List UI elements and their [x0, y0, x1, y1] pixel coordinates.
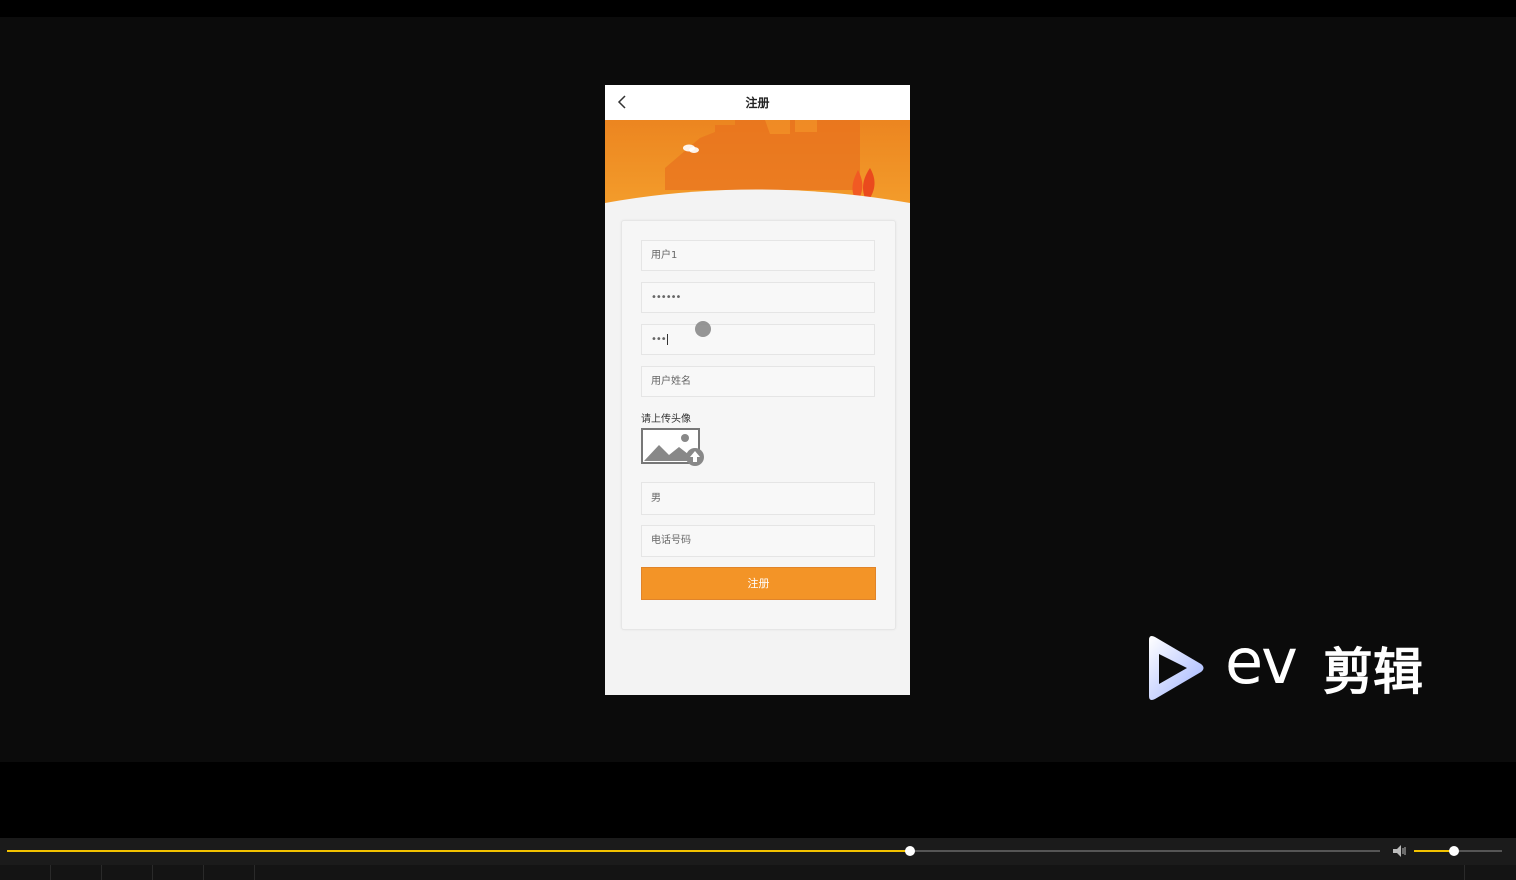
- watermark-cn-text: 剪辑: [1323, 643, 1423, 701]
- progress-track[interactable]: [7, 850, 1380, 852]
- volume-knob[interactable]: [1448, 846, 1459, 856]
- image-upload-icon[interactable]: [641, 427, 707, 467]
- register-button[interactable]: 注册: [641, 567, 876, 600]
- toolbar-separator: [254, 865, 255, 880]
- ev-editor-watermark: ev 剪辑: [1143, 626, 1435, 704]
- page-title: 注册: [745, 96, 770, 110]
- username-input[interactable]: 用户1: [641, 240, 875, 271]
- phone-input[interactable]: 电话号码: [641, 525, 875, 557]
- toolbar-separator: [203, 865, 204, 880]
- watermark-ev-text: ev: [1225, 625, 1298, 698]
- play-logo-icon: [1149, 636, 1204, 700]
- player-controls: [0, 838, 1516, 880]
- register-form-card: 用户1 •••••• ••• 用户姓名 请上传头像 男 电话号码 注册: [621, 220, 896, 630]
- toolbar-separator: [1464, 865, 1465, 880]
- toolbar-separator: [50, 865, 51, 880]
- upload-avatar-label: 请上传头像: [641, 414, 691, 425]
- banner-illustration: [605, 120, 910, 215]
- password-input[interactable]: ••••••: [641, 282, 875, 313]
- phone-screen: 注册 用户1 •••••• ••• 用户姓名 请上传头像 男 电话号码 注册: [605, 85, 910, 695]
- progress-knob[interactable]: [905, 846, 916, 856]
- volume-icon[interactable]: [1392, 844, 1408, 858]
- real-name-input[interactable]: 用户姓名: [641, 366, 875, 397]
- gender-select[interactable]: 男: [641, 482, 875, 515]
- touch-cursor-indicator: [695, 321, 711, 337]
- toolbar-strip: [0, 865, 1516, 880]
- toolbar-separator: [152, 865, 153, 880]
- text-caret: [666, 333, 668, 345]
- volume-fill: [1414, 850, 1454, 852]
- confirm-password-input[interactable]: •••: [641, 324, 875, 355]
- nav-bar: 注册: [605, 85, 910, 120]
- toolbar-separator: [101, 865, 102, 880]
- progress-fill: [7, 850, 911, 852]
- confirm-password-value: •••: [651, 334, 667, 345]
